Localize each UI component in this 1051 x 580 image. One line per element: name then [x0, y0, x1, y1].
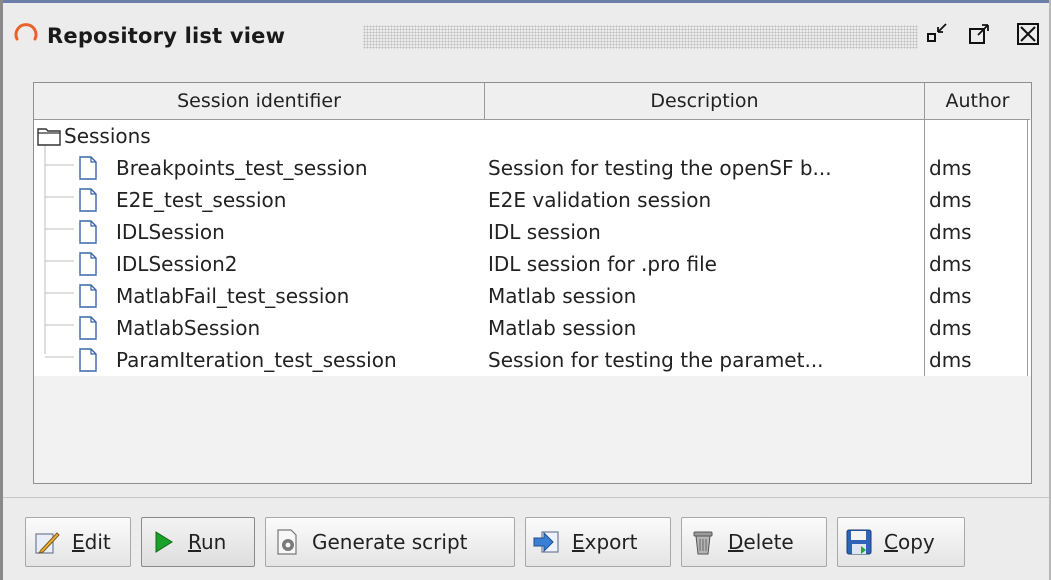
session-tree-table[interactable]: Session identifier Description Author Se… — [33, 82, 1032, 484]
description-cell: Matlab session — [488, 316, 637, 340]
folder-icon — [37, 125, 61, 147]
table-row[interactable]: IDLSession2 IDL session for .pro file dms — [34, 248, 1031, 280]
session-identifier-cell: Breakpoints_test_session — [116, 156, 368, 180]
save-icon — [844, 527, 874, 557]
description-cell: E2E validation session — [488, 188, 712, 212]
delete-button[interactable]: Delete — [681, 517, 827, 567]
table-row[interactable]: MatlabSession Matlab session dms — [34, 312, 1031, 344]
run-label: un — [201, 530, 227, 554]
column-header-description[interactable]: Description — [485, 83, 925, 120]
author-cell: dms — [929, 284, 972, 308]
session-identifier-cell: IDLSession2 — [116, 252, 238, 276]
file-icon — [78, 252, 98, 276]
run-mnemonic: R — [188, 530, 201, 554]
copy-mnemonic: C — [884, 530, 898, 554]
copy-label: opy — [897, 530, 935, 554]
file-icon — [78, 220, 98, 244]
description-cell: IDL session — [488, 220, 601, 244]
generate-script-label: Generate script — [312, 530, 468, 554]
table-row[interactable]: IDLSession IDL session dms — [34, 216, 1031, 248]
description-cell: IDL session for .pro file — [488, 252, 717, 276]
author-cell: dms — [929, 220, 972, 244]
column-header-author[interactable]: Author — [925, 83, 1030, 120]
file-icon — [78, 316, 98, 340]
action-toolbar: Edit Run Generate script Export Delete C… — [3, 498, 1049, 580]
table-row[interactable]: E2E_test_session E2E validation session dm… — [34, 184, 1031, 216]
tree-root-label: Sessions — [64, 124, 151, 148]
author-cell: dms — [929, 156, 972, 180]
file-icon — [78, 284, 98, 308]
app-spinner-icon — [11, 19, 41, 49]
close-icon[interactable] — [1013, 19, 1043, 49]
generate-script-button[interactable]: Generate script — [265, 517, 515, 567]
delete-mnemonic: D — [728, 530, 744, 554]
description-cell: Session for testing the paramet... — [488, 348, 824, 372]
table-row[interactable]: Breakpoints_test_session Session for test… — [34, 152, 1031, 184]
session-identifier-cell: E2E_test_session — [116, 188, 287, 212]
column-header-session-identifier[interactable]: Session identifier — [34, 83, 485, 120]
author-cell: dms — [929, 252, 972, 276]
author-cell: dms — [929, 316, 972, 340]
session-identifier-cell: MatlabFail_test_session — [116, 284, 350, 308]
export-button[interactable]: Export — [525, 517, 671, 567]
title-bar[interactable]: Repository list view — [3, 3, 1049, 65]
table-row[interactable]: MatlabFail_test_session Matlab session dms — [34, 280, 1031, 312]
play-icon — [148, 527, 178, 557]
description-cell: Matlab session — [488, 284, 637, 308]
title-bar-grip — [363, 25, 918, 49]
description-cell: Session for testing the openSF b... — [488, 156, 832, 180]
session-identifier-cell: MatlabSession — [116, 316, 261, 340]
author-cell: dms — [929, 188, 972, 212]
tree-root-row[interactable]: Sessions — [34, 120, 1031, 152]
file-icon — [78, 188, 98, 212]
table-body: Sessions Breakpoints_test_session Session… — [34, 120, 1031, 376]
table-row[interactable]: ParamIteration_test_session Session for t… — [34, 344, 1031, 376]
script-icon — [272, 527, 302, 557]
export-mnemonic: E — [572, 530, 585, 554]
file-icon — [78, 348, 98, 372]
delete-label: elete — [743, 530, 794, 554]
file-icon — [78, 156, 98, 180]
export-icon — [532, 527, 562, 557]
run-button[interactable]: Run — [141, 517, 255, 567]
edit-icon — [32, 527, 62, 557]
session-identifier-cell: IDLSession — [116, 220, 225, 244]
copy-button[interactable]: Copy — [837, 517, 965, 567]
window-title: Repository list view — [47, 24, 286, 48]
maximize-icon[interactable] — [965, 19, 995, 49]
edit-mnemonic: E — [72, 530, 85, 554]
session-identifier-cell: ParamIteration_test_session — [116, 348, 397, 372]
export-label: xport — [584, 530, 638, 554]
window-left-border — [0, 0, 3, 580]
edit-button[interactable]: Edit — [25, 517, 131, 567]
author-cell: dms — [929, 348, 972, 372]
trash-icon — [688, 527, 718, 557]
edit-label: dit — [84, 530, 111, 554]
table-header: Session identifier Description Author — [34, 83, 1031, 120]
minimize-icon[interactable] — [923, 19, 953, 49]
